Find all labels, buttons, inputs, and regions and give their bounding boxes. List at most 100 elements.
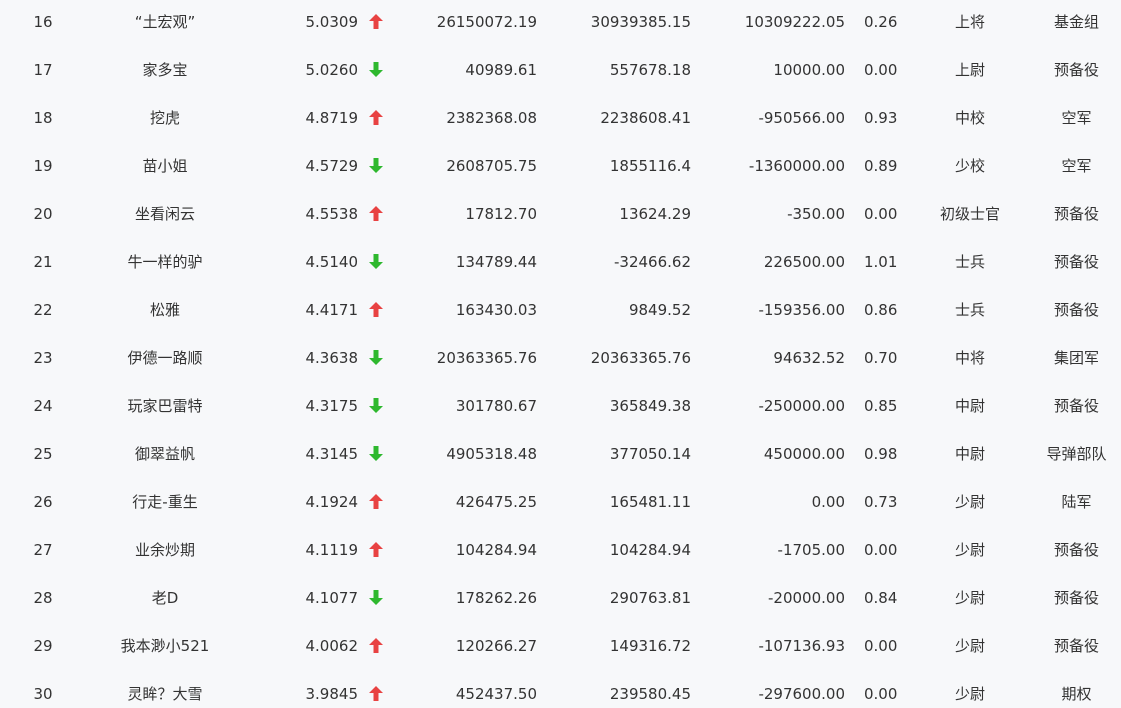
value-2: 104284.94 [609, 541, 691, 559]
group-name: 预备役 [1053, 205, 1099, 223]
value-2: 557678.18 [609, 61, 691, 79]
group-name: 空军 [1061, 109, 1092, 127]
value-2: -32466.62 [614, 253, 691, 271]
table-row[interactable]: 21 牛一样的驴 4.5140 134789.44 -32466.62 226500.00… [0, 238, 1121, 286]
value-1: 4905318.48 [446, 445, 537, 463]
value-2: 2238608.41 [600, 109, 691, 127]
value-2: 239580.45 [609, 685, 691, 703]
table-row[interactable]: 20 坐看闲云 4.5538 17812.70 13624.29 -350.00 0.00 初… [0, 190, 1121, 238]
player-name: 业余炒期 [134, 541, 195, 559]
score-value: 4.1119 [305, 541, 359, 559]
military-rank: 少尉 [954, 637, 985, 655]
group-name: 预备役 [1053, 637, 1099, 655]
score-value: 4.1924 [305, 493, 359, 511]
arrow-up-icon [366, 286, 386, 334]
arrow-up-icon [366, 622, 386, 670]
rank-cell: 24 [33, 397, 53, 415]
value-1: 120266.27 [455, 637, 537, 655]
score-value: 4.3145 [305, 445, 359, 463]
table-row[interactable]: 26 行走-重生 4.1924 426475.25 165481.11 0.00 0.73 少… [0, 478, 1121, 526]
ranking-table: 16 “土宏观” 5.0309 26150072.19 30939385.15 10309… [0, 0, 1121, 708]
table-row[interactable]: 19 苗小姐 4.5729 2608705.75 1855116.4 -1360000.0… [0, 142, 1121, 190]
table-row[interactable]: 29 我本渺小521 4.0062 120266.27 149316.72 -107136… [0, 622, 1121, 670]
value-3: 226500.00 [763, 253, 845, 271]
arrow-up-icon [366, 190, 386, 238]
value-3: -950566.00 [758, 109, 845, 127]
value-2: 13624.29 [619, 205, 691, 223]
table-row[interactable]: 16 “土宏观” 5.0309 26150072.19 30939385.15 10309… [0, 0, 1121, 46]
rank-cell: 20 [33, 205, 53, 223]
group-name: 基金组 [1053, 13, 1099, 31]
value-3: -297600.00 [758, 685, 845, 703]
military-rank: 少尉 [954, 493, 985, 511]
group-name: 预备役 [1053, 397, 1099, 415]
table-row[interactable]: 27 业余炒期 4.1119 104284.94 104284.94 -1705.00 0.… [0, 526, 1121, 574]
player-name: 松雅 [149, 301, 180, 319]
value-3: 10309222.05 [744, 13, 845, 31]
value-1: 2382368.08 [446, 109, 537, 127]
rank-cell: 16 [33, 13, 53, 31]
rank-cell: 29 [33, 637, 53, 655]
table-row[interactable]: 18 挖虎 4.8719 2382368.08 2238608.41 -950566.00… [0, 94, 1121, 142]
group-name: 期权 [1061, 685, 1092, 703]
military-rank: 中将 [954, 349, 985, 367]
ratio-value: 0.00 [864, 61, 898, 79]
group-name: 空军 [1061, 157, 1092, 175]
group-name: 导弹部队 [1046, 445, 1107, 463]
score-value: 4.8719 [305, 109, 359, 127]
player-name: 挖虎 [149, 109, 180, 127]
table-row[interactable]: 25 御翠益帆 4.3145 4905318.48 377050.14 450000.00… [0, 430, 1121, 478]
ratio-value: 0.73 [864, 493, 898, 511]
value-2: 365849.38 [609, 397, 691, 415]
score-value: 4.5538 [305, 205, 359, 223]
value-1: 452437.50 [455, 685, 537, 703]
arrow-down-icon [366, 46, 386, 94]
group-name: 预备役 [1053, 589, 1099, 607]
rank-cell: 26 [33, 493, 53, 511]
table-row[interactable]: 22 松雅 4.4171 163430.03 9849.52 -159356.00 0.86… [0, 286, 1121, 334]
ratio-value: 0.98 [864, 445, 898, 463]
arrow-up-icon [366, 94, 386, 142]
ratio-value: 0.84 [864, 589, 898, 607]
rank-cell: 25 [33, 445, 53, 463]
military-rank: 初级士官 [939, 205, 1000, 223]
military-rank: 少尉 [954, 541, 985, 559]
table-row[interactable]: 30 灵眸？大雪 3.9845 452437.50 239580.45 -297600.0… [0, 670, 1121, 708]
table-row[interactable]: 17 家多宝 5.0260 40989.61 557678.18 10000.00 0.00… [0, 46, 1121, 94]
arrow-down-icon [366, 382, 386, 430]
arrow-up-icon [366, 478, 386, 526]
player-name: 行走-重生 [132, 493, 198, 511]
table-row[interactable]: 23 伊德一路顺 4.3638 20363365.76 20363365.76 94632… [0, 334, 1121, 382]
group-name: 预备役 [1053, 541, 1099, 559]
value-3: -159356.00 [758, 301, 845, 319]
ratio-value: 0.00 [864, 205, 898, 223]
ratio-value: 1.01 [864, 253, 898, 271]
arrow-down-icon [366, 238, 386, 286]
military-rank: 中尉 [954, 445, 985, 463]
rank-cell: 19 [33, 157, 53, 175]
table-row[interactable]: 24 玩家巴雷特 4.3175 301780.67 365849.38 -250000.0… [0, 382, 1121, 430]
military-rank: 中尉 [954, 397, 985, 415]
value-1: 20363365.76 [436, 349, 537, 367]
rank-cell: 23 [33, 349, 53, 367]
value-2: 30939385.15 [590, 13, 691, 31]
player-name: 我本渺小521 [120, 637, 210, 655]
table-row[interactable]: 28 老D 4.1077 178262.26 290763.81 -20000.00 0.8… [0, 574, 1121, 622]
military-rank: 少尉 [954, 589, 985, 607]
player-name: 伊德一路顺 [127, 349, 203, 367]
military-rank: 上尉 [954, 61, 985, 79]
value-3: 10000.00 [773, 61, 845, 79]
score-value: 4.5140 [305, 253, 359, 271]
value-1: 301780.67 [455, 397, 537, 415]
player-name: 玩家巴雷特 [127, 397, 203, 415]
value-2: 149316.72 [609, 637, 691, 655]
value-3: 450000.00 [763, 445, 845, 463]
ratio-value: 0.89 [864, 157, 898, 175]
arrow-down-icon [366, 142, 386, 190]
score-value: 5.0309 [305, 13, 359, 31]
arrow-up-icon [366, 0, 386, 46]
ratio-value: 0.70 [864, 349, 898, 367]
military-rank: 上将 [954, 13, 985, 31]
rank-cell: 27 [33, 541, 53, 559]
ratio-value: 0.86 [864, 301, 898, 319]
